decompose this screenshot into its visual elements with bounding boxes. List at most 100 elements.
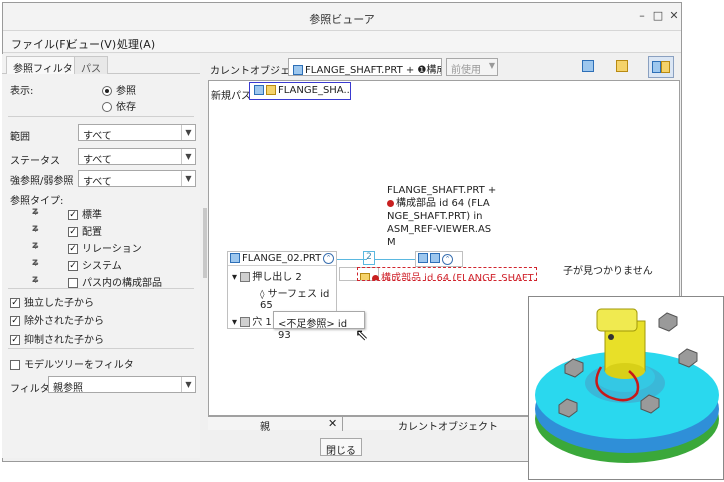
shaft-base — [605, 363, 645, 379]
checkbox-independent-children[interactable]: ✓ 独立した子から — [10, 294, 94, 309]
menu-view[interactable]: ビュー(V) — [67, 36, 116, 52]
current-title-line: 構成部品 id 64 (FLA — [387, 197, 497, 210]
minimize-icon[interactable]: – — [635, 9, 649, 23]
check-icon: ✓ — [68, 244, 78, 254]
check-icon: ✓ — [10, 316, 20, 326]
checkbox-standard[interactable]: ✓ 標準 — [68, 206, 102, 221]
chevron-down-icon: ▼ — [181, 171, 195, 186]
menu-file[interactable]: ファイル(F) — [11, 36, 70, 52]
current-object-column-label: カレントオブジェクト — [398, 422, 498, 433]
no-children-label: 子が見つかりません — [563, 266, 653, 277]
title-bar: 参照ビューア – □ ✕ — [3, 3, 681, 31]
tab-reference-filter[interactable]: 参照フィルタ — [6, 56, 80, 75]
chevron-down-icon: ▼ — [181, 149, 195, 164]
close-column-icon[interactable]: ✕ — [328, 417, 337, 430]
link-line — [375, 259, 415, 260]
surface-icon: ◊ — [260, 290, 265, 300]
model-glyph — [582, 60, 594, 72]
parent-child-row[interactable]: ▾ 押し出し 2 — [228, 266, 336, 283]
part-icon — [266, 85, 276, 95]
status-select[interactable]: すべて ▼ — [78, 148, 196, 166]
reftype-placement-icon: ʑ — [32, 223, 39, 234]
split-right-glyph — [661, 61, 670, 73]
checkbox-system[interactable]: ✓ システム — [68, 257, 122, 272]
link-count-badge[interactable]: 2 — [363, 251, 375, 265]
new-path-field[interactable]: FLANGE_SHA... — [249, 82, 351, 100]
type-standard-label: 標準 — [82, 210, 102, 221]
missing-reference-icon — [372, 274, 379, 280]
part-icon — [360, 273, 370, 280]
model-preview — [528, 296, 724, 480]
panel-tabs: 参照フィルタ パス — [2, 54, 200, 75]
current-title-line: ASM_REF-VIEWER.AS — [387, 224, 492, 235]
maximize-icon[interactable]: □ — [651, 9, 665, 23]
current-title-line: M — [387, 237, 396, 248]
current-title-line: NGE_SHAFT.PRT) in — [387, 211, 483, 222]
parent-child-row[interactable]: ◊ サーフェス id 65 — [228, 283, 336, 311]
strength-select[interactable]: すべて ▼ — [78, 170, 196, 188]
radio-dependent[interactable]: 依存 — [102, 98, 136, 113]
current-title-text: 構成部品 id 64 (FLA — [396, 198, 490, 209]
status-value: すべて — [83, 155, 112, 166]
close-icon[interactable]: ✕ — [667, 9, 681, 23]
current-object-title: FLANGE_SHAFT.PRT + 構成部品 id 64 (FLA NGE_S… — [387, 184, 497, 249]
child-hole-label: 穴 1 — [252, 317, 272, 328]
check-icon: ✓ — [10, 335, 20, 345]
split-left-glyph — [652, 61, 661, 73]
close-button[interactable]: 閉じる — [320, 438, 362, 457]
filter-select[interactable]: 親参照 ▼ — [48, 376, 196, 394]
view-part-icon[interactable] — [616, 58, 634, 76]
display-label: 表示: — [10, 86, 34, 97]
current-object-toolbar: カレントオブジェクト: FLANGE_SHAFT.PRT + ❶構成部品 前使用… — [208, 56, 680, 80]
scope-select[interactable]: すべて ▼ — [78, 124, 196, 142]
menu-action[interactable]: 処理(A) — [117, 36, 155, 52]
radio-reference[interactable]: 参照 — [102, 82, 136, 97]
tab-path[interactable]: パス — [74, 56, 108, 75]
strength-value: すべて — [83, 177, 112, 188]
type-system-label: システム — [82, 261, 122, 272]
shaft-key — [596, 308, 638, 332]
window-title: 参照ビューア — [309, 13, 375, 26]
unchecked-box — [10, 360, 20, 370]
checkbox-placement[interactable]: ✓ 配置 — [68, 223, 102, 238]
reftype-label: 参照タイプ: — [10, 196, 64, 207]
checkbox-suppressed-children[interactable]: ✓ 抑制された子から — [10, 331, 104, 346]
parent-node-header: FLANGE_02.PRT ⌃ — [228, 252, 336, 266]
shaft-pin-hole — [608, 334, 614, 340]
current-object-value: FLANGE_SHAFT.PRT + ❶構成部品 — [305, 65, 441, 76]
split-view-icon[interactable] — [648, 56, 674, 78]
usage-select[interactable]: 前使用 ▼ — [446, 58, 498, 76]
mouse-cursor-icon: ⇖ — [355, 325, 369, 344]
divider — [8, 348, 194, 349]
missing-reference-tooltip: <不足参照> id 93 — [273, 311, 365, 341]
hole-icon — [240, 317, 251, 327]
status-label: ステータス — [10, 156, 60, 167]
view-model-icon[interactable] — [582, 58, 600, 76]
suppressed-children-label: 抑制された子から — [24, 335, 104, 346]
type-placement-label: 配置 — [82, 227, 102, 238]
filter-value: 親参照 — [53, 383, 83, 394]
bolt-head-icon — [658, 312, 678, 332]
collapse-icon[interactable]: ⌃ — [323, 253, 334, 264]
flange-shaft-preview — [535, 308, 719, 463]
checkbox-path-components[interactable]: パス内の構成部品 — [68, 274, 162, 289]
checkbox-excluded-children[interactable]: ✓ 除外された子から — [10, 312, 104, 327]
part-icon — [230, 253, 240, 263]
reftype-path-icon: ʑ — [32, 274, 39, 285]
model-tree-filter-label: モデルツリーをフィルタ — [24, 360, 134, 371]
checkbox-relation[interactable]: ✓ リレーション — [68, 240, 142, 255]
chevron-down-icon: ▼ — [181, 125, 195, 140]
radio-reference-label: 参照 — [116, 86, 136, 97]
child-surface-label: サーフェス id 65 — [260, 289, 330, 311]
reference-filter-panel: 参照フィルタ パス 表示: 参照 依存 範囲 すべて ▼ ステータス すべて ▼ 強… — [2, 54, 200, 458]
checkbox-model-tree-filter[interactable]: モデルツリーをフィルタ — [10, 356, 134, 371]
assembly-icon — [254, 85, 264, 95]
current-object-node-header[interactable]: ⌃ — [415, 251, 463, 267]
current-object-node[interactable]: 構成部品 id 64 (FLANGE_SHAFT.P — [357, 267, 537, 281]
column-divider — [342, 417, 343, 431]
splitter-handle[interactable] — [203, 208, 207, 278]
bolt-head-icon — [678, 348, 698, 368]
radio-reference-mark — [102, 86, 112, 96]
menu-bar: ファイル(F) ビュー(V) 処理(A) — [3, 31, 681, 53]
current-object-field[interactable]: FLANGE_SHAFT.PRT + ❶構成部品 — [288, 58, 442, 76]
